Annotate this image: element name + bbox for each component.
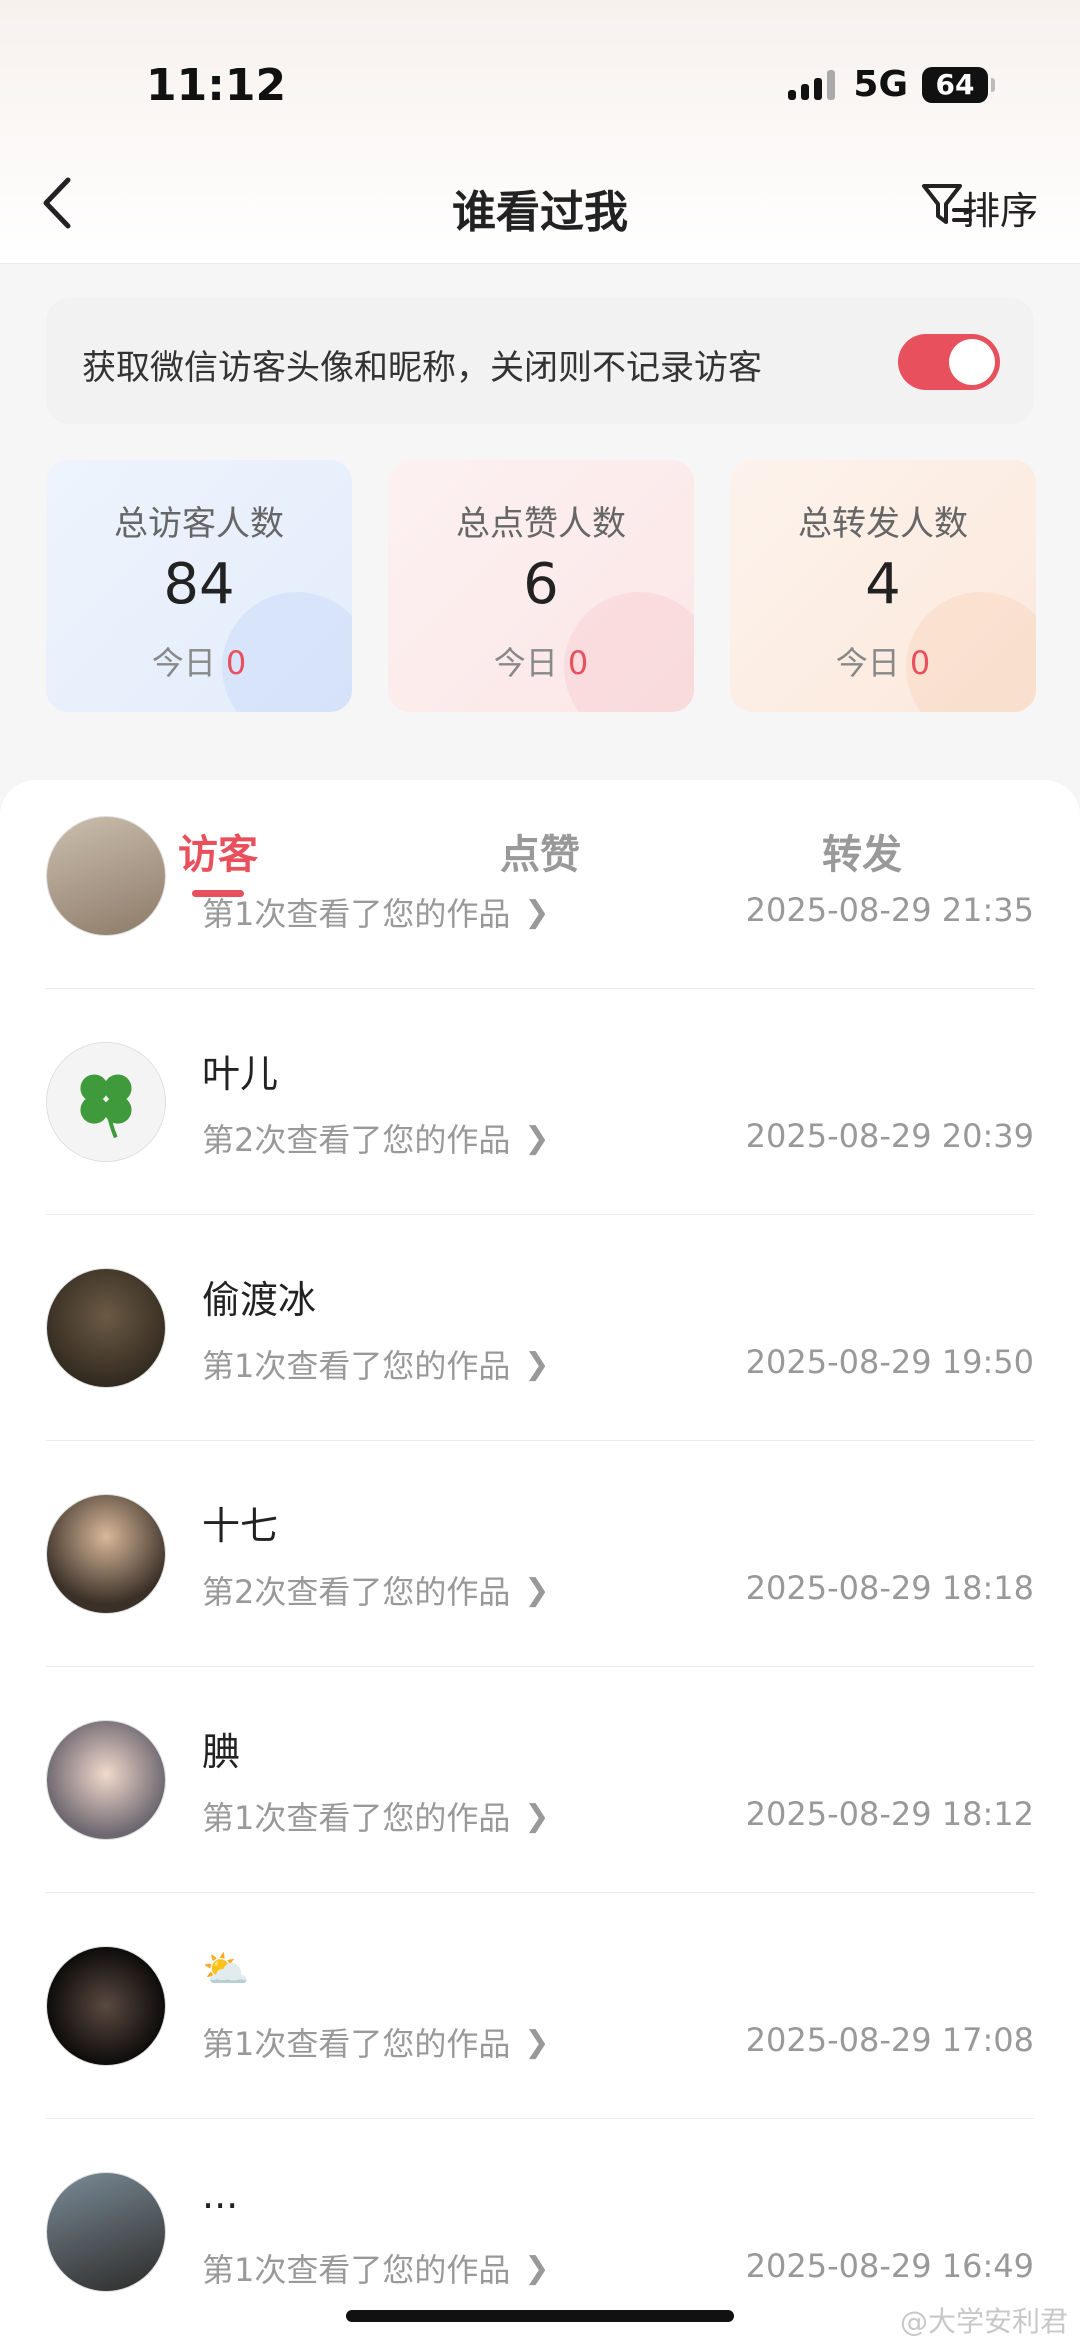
visit-time: 2025-08-29 19:50 xyxy=(745,1343,1034,1381)
wechat-visitor-setting-label: 获取微信访客头像和昵称，关闭则不记录访客 xyxy=(82,348,762,388)
visitor-desc: 第1次查看了您的作品 xyxy=(202,1799,511,1837)
home-indicator[interactable] xyxy=(346,2310,734,2322)
chevron-right-icon: ❯ xyxy=(524,1572,550,1608)
stat-today-value: 0 xyxy=(909,644,931,682)
network-label: 5G xyxy=(853,64,908,105)
stat-today: 今日 0 xyxy=(388,638,694,684)
stat-today-label: 今日 xyxy=(151,644,216,682)
visitor-desc: 第1次查看了您的作品 xyxy=(202,2251,511,2289)
visitor-panel: 访客 点赞 转发 第1次查看了您的作品 ❯ 2025-08-29 21:35 叶儿 xyxy=(0,780,1080,2348)
visitor-desc-link[interactable]: 第1次查看了您的作品 ❯ xyxy=(202,2019,550,2065)
visitor-name: ⛅ xyxy=(202,1947,250,1991)
stat-today-value: 0 xyxy=(567,644,589,682)
avatar xyxy=(46,1494,166,1614)
stat-card-visitors: 总访客人数 84 今日 0 xyxy=(46,460,352,712)
wechat-visitor-setting: 获取微信访客头像和昵称，关闭则不记录访客 xyxy=(46,298,1034,424)
watermark: @大学安利君 xyxy=(899,2305,1068,2338)
visitor-desc: 第1次查看了您的作品 xyxy=(202,1347,511,1385)
visitor-desc-link[interactable]: 第2次查看了您的作品 ❯ xyxy=(202,1115,550,1161)
sort-button[interactable]: 排序 xyxy=(962,180,1038,235)
top-bar: 11:12 5G 64 谁看过我 排序 xyxy=(0,0,1080,264)
visitor-desc: 第1次查看了您的作品 xyxy=(202,2025,511,2063)
clover-icon xyxy=(47,1043,165,1161)
chevron-right-icon: ❯ xyxy=(524,1798,550,1834)
chevron-right-icon: ❯ xyxy=(524,1120,550,1156)
stat-today: 今日 0 xyxy=(730,638,1036,684)
visit-time: 2025-08-29 17:08 xyxy=(745,2021,1034,2059)
visitor-row[interactable]: 腆 第1次查看了您的作品 ❯ 2025-08-29 18:12 xyxy=(0,1667,1080,1893)
stat-label: 总点赞人数 xyxy=(456,504,626,544)
visitor-row[interactable]: ⛅ 第1次查看了您的作品 ❯ 2025-08-29 17:08 xyxy=(0,1893,1080,2119)
chevron-right-icon: ❯ xyxy=(524,2250,550,2286)
visitor-desc-link[interactable]: 第1次查看了您的作品 ❯ xyxy=(202,1341,550,1387)
chevron-right-icon: ❯ xyxy=(524,1346,550,1382)
visitor-name: 偷渡冰 xyxy=(202,1278,317,1322)
visit-time: 2025-08-29 18:18 xyxy=(745,1569,1034,1607)
visitor-desc: 第1次查看了您的作品 xyxy=(202,895,511,933)
battery-icon: 64 xyxy=(922,66,995,103)
visitor-desc: 第2次查看了您的作品 xyxy=(202,1121,511,1159)
status-time: 11:12 xyxy=(146,60,287,111)
avatar xyxy=(46,1720,166,1840)
visitor-row[interactable]: 十七 第2次查看了您的作品 ❯ 2025-08-29 18:18 xyxy=(0,1441,1080,1667)
visitor-desc-link[interactable]: 第1次查看了您的作品 ❯ xyxy=(202,1793,550,1839)
chevron-right-icon: ❯ xyxy=(524,894,550,930)
avatar xyxy=(46,2172,166,2292)
visit-time: 2025-08-29 21:35 xyxy=(745,891,1034,929)
visitor-name: 十七 xyxy=(202,1504,279,1548)
stat-label: 总访客人数 xyxy=(114,504,284,544)
avatar xyxy=(46,816,166,936)
chevron-right-icon: ❯ xyxy=(524,2024,550,2060)
visitor-row[interactable]: 第1次查看了您的作品 ❯ 2025-08-29 21:35 xyxy=(0,780,1080,989)
stat-value: 6 xyxy=(523,552,559,617)
stat-today-label: 今日 xyxy=(835,644,900,682)
visitor-row[interactable]: 偷渡冰 第1次查看了您的作品 ❯ 2025-08-29 19:50 xyxy=(0,1215,1080,1441)
wechat-visitor-toggle[interactable] xyxy=(898,334,1000,390)
stat-today-label: 今日 xyxy=(493,644,558,682)
visitor-desc-link[interactable]: 第1次查看了您的作品 ❯ xyxy=(202,2245,550,2291)
stat-value: 4 xyxy=(865,552,901,617)
avatar xyxy=(46,1946,166,2066)
stat-value: 84 xyxy=(163,552,235,617)
visitor-name: 腆 xyxy=(202,1730,241,1774)
avatar xyxy=(46,1268,166,1388)
stat-label: 总转发人数 xyxy=(798,504,968,544)
stat-card-shares: 总转发人数 4 今日 0 xyxy=(730,460,1036,712)
stat-today: 今日 0 xyxy=(46,638,352,684)
signal-icon xyxy=(788,69,836,100)
visitor-name: 叶儿 xyxy=(202,1052,279,1096)
avatar xyxy=(46,1042,166,1162)
visit-time: 2025-08-29 20:39 xyxy=(745,1117,1034,1155)
stat-today-value: 0 xyxy=(225,644,247,682)
toggle-knob xyxy=(949,339,995,385)
visitor-desc: 第2次查看了您的作品 xyxy=(202,1573,511,1611)
visit-time: 2025-08-29 18:12 xyxy=(745,1795,1034,1833)
visitor-name: ... xyxy=(202,2173,239,2217)
visitor-row[interactable]: 叶儿 第2次查看了您的作品 ❯ 2025-08-29 20:39 xyxy=(0,989,1080,1215)
visitor-desc-link[interactable]: 第2次查看了您的作品 ❯ xyxy=(202,1567,550,1613)
stat-card-likes: 总点赞人数 6 今日 0 xyxy=(388,460,694,712)
visit-time: 2025-08-29 16:49 xyxy=(745,2247,1034,2285)
status-icons: 5G 64 xyxy=(788,64,995,105)
visitor-desc-link[interactable]: 第1次查看了您的作品 ❯ xyxy=(202,889,550,935)
